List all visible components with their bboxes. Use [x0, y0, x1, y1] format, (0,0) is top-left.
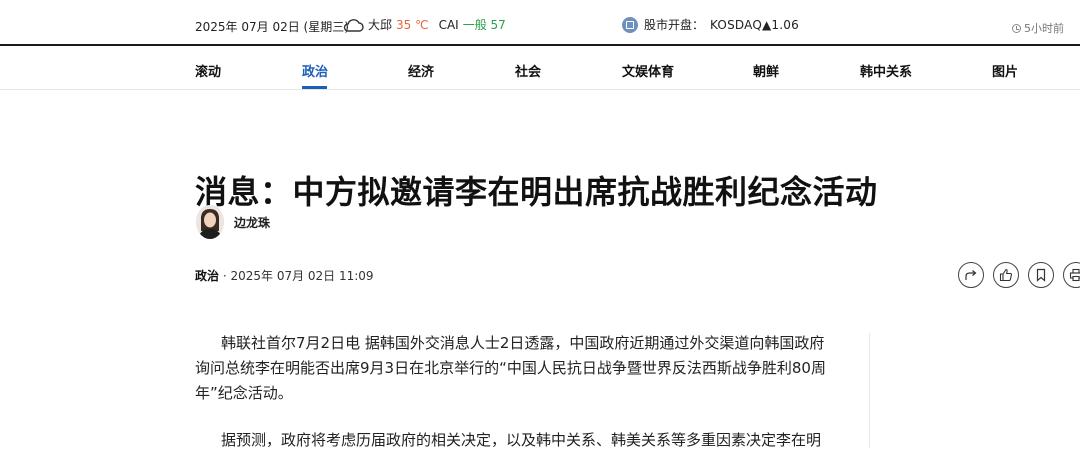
nav-item-photos[interactable]: 图片	[992, 61, 1018, 80]
update-time: 5小时前	[1012, 20, 1064, 36]
current-date: 2025年 07月 02日 (星期三)	[195, 18, 349, 35]
nav-item-economy[interactable]: 经济	[408, 61, 434, 80]
article-actions	[958, 262, 1080, 288]
article-headline: 消息：中方拟邀请李在明出席抗战胜利纪念活动	[195, 167, 878, 213]
weather-widget[interactable]: 大邱 35 ℃ CAI 一般 57	[342, 16, 506, 33]
stock-ticker[interactable]: 股市开盘： KOSDAQ▲1.06	[622, 16, 799, 33]
nav-item-politics[interactable]: 政治	[302, 61, 328, 80]
update-time-text: 5小时前	[1024, 20, 1064, 36]
sidebar-divider	[869, 333, 870, 448]
weather-city: 大邱	[368, 16, 392, 33]
author-byline[interactable]: 边龙珠	[196, 205, 270, 239]
cloud-icon	[342, 17, 364, 33]
author-avatar	[196, 205, 224, 239]
bookmark-icon	[1034, 268, 1048, 282]
print-button[interactable]	[1063, 262, 1080, 288]
like-icon	[999, 268, 1013, 282]
stock-index-value: KOSDAQ▲1.06	[710, 18, 799, 32]
cai-label: CAI	[439, 18, 459, 32]
stock-label: 股市开盘：	[644, 16, 704, 33]
like-button[interactable]	[993, 262, 1019, 288]
clock-icon	[1012, 24, 1021, 33]
nav-item-scroll[interactable]: 滚动	[195, 61, 221, 80]
nav-item-entertainment-sports[interactable]: 文娱体育	[622, 61, 674, 80]
article-body: 韩联社首尔7月2日电 据韩国外交消息人士2日透露，中国政府近期通过外交渠道向韩国…	[195, 331, 835, 453]
weather-temperature: 35 ℃	[396, 18, 429, 32]
article-paragraph: 韩联社首尔7月2日电 据韩国外交消息人士2日透露，中国政府近期通过外交渠道向韩国…	[195, 331, 835, 406]
nav-item-north-korea[interactable]: 朝鲜	[753, 61, 779, 80]
cai-value: 一般 57	[463, 16, 506, 33]
nav-item-society[interactable]: 社会	[515, 61, 541, 80]
bookmark-button[interactable]	[1028, 262, 1054, 288]
nav-item-korea-china[interactable]: 韩中关系	[860, 61, 912, 80]
share-button[interactable]	[958, 262, 984, 288]
share-icon	[964, 268, 978, 282]
top-info-bar: 2025年 07月 02日 (星期三) 大邱 35 ℃ CAI 一般 57 股市…	[0, 0, 1080, 46]
article-section: 政治	[195, 269, 219, 283]
article-paragraph: 据预测，政府将考虑历届政府的相关决定，以及韩中关系、韩美关系等多重因素决定李在明	[195, 428, 835, 453]
author-name: 边龙珠	[234, 214, 270, 231]
article-datetime: · 2025年 07月 02日 11:09	[219, 269, 374, 283]
print-icon	[1069, 268, 1080, 282]
active-tab-indicator	[302, 86, 327, 89]
stock-chart-icon	[622, 17, 638, 33]
article-meta: 政治 · 2025年 07月 02日 11:09	[195, 267, 374, 284]
main-nav: 滚动 政治 经济 社会 文娱体育 朝鲜 韩中关系 图片	[0, 46, 1080, 90]
